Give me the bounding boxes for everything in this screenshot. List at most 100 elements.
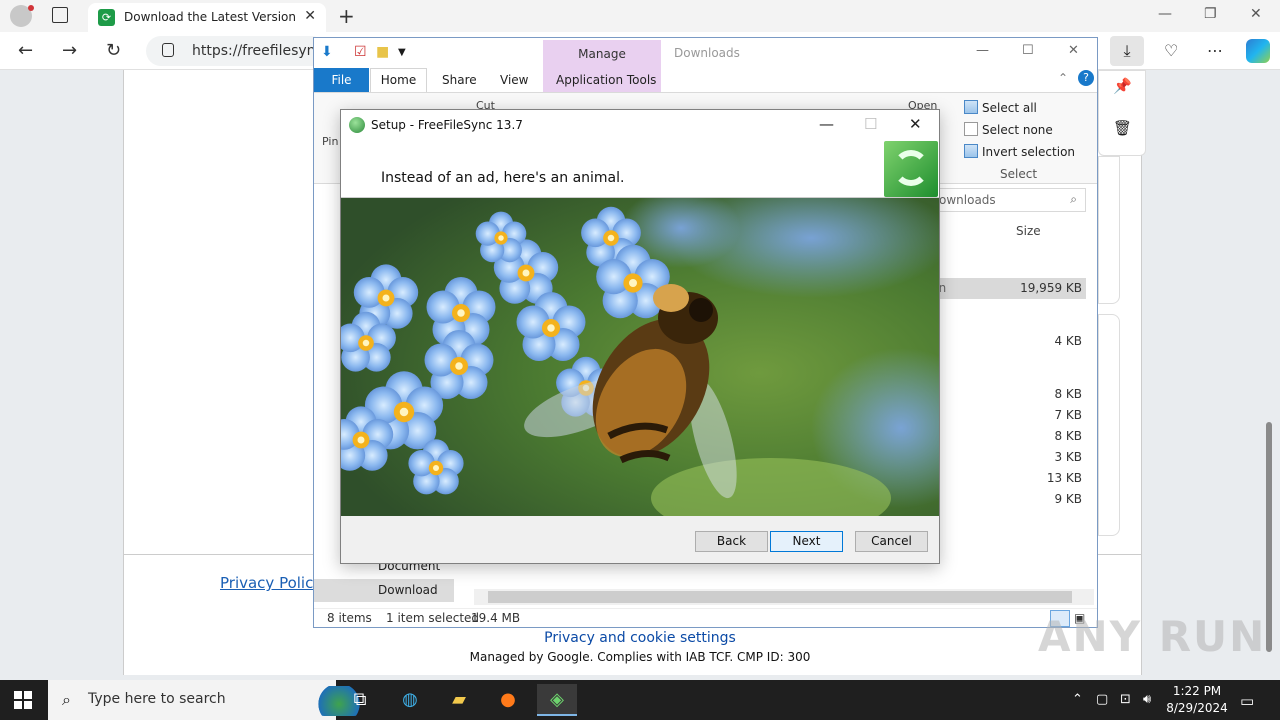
page-scrollbar[interactable]	[1262, 90, 1276, 675]
file-size: 13 KB	[1046, 471, 1082, 485]
column-header-size[interactable]: Size	[1016, 224, 1041, 238]
taskbar-search-input[interactable]: ⌕ Type here to search	[48, 680, 368, 720]
collapse-ribbon-icon[interactable]: ⌃	[1058, 71, 1068, 85]
select-all-label: Select all	[982, 101, 1037, 115]
qat-dropdown-icon[interactable]: ▼	[398, 47, 406, 58]
file-size: 3 KB	[1054, 450, 1082, 464]
file-size: 7 KB	[1054, 408, 1082, 422]
select-all-button[interactable]: Select all	[964, 100, 1037, 115]
windows-taskbar: ⌕ Type here to search ⧉ ◍ ▰ ● ◈ ⌃ ▢ ⊡ 🔊︎…	[0, 680, 1280, 720]
quick-access-download-icon[interactable]: ⬇	[321, 44, 333, 60]
back-arrow-icon[interactable]: ←	[18, 40, 33, 61]
page-card	[1098, 314, 1120, 536]
file-row[interactable]: 7 KB	[924, 405, 1086, 426]
explorer-maximize-icon[interactable]: ☐	[1022, 43, 1034, 58]
search-icon: ⌕	[62, 690, 71, 709]
freefilesync-favicon-icon: ⟳	[98, 9, 115, 26]
volume-icon[interactable]: 🔊︎	[1143, 692, 1151, 707]
hscroll-thumb[interactable]	[488, 591, 1072, 603]
clock-date: 8/29/2024	[1166, 701, 1228, 715]
tab-share[interactable]: Share	[442, 73, 477, 87]
more-options-icon[interactable]: ⋯	[1207, 41, 1223, 60]
setup-title: Setup - FreeFileSync 13.7	[371, 118, 523, 132]
browser-close-icon[interactable]: ✕	[1250, 6, 1262, 22]
network-icon[interactable]: ⊡	[1120, 692, 1131, 707]
explorer-title: Downloads	[674, 46, 740, 60]
file-size: 8 KB	[1054, 429, 1082, 443]
file-row[interactable]: 4 KB	[924, 331, 1086, 352]
anyrun-watermark: ANY RUN	[1038, 612, 1267, 661]
file-row[interactable]: 9 KB	[924, 489, 1086, 510]
scrollbar-thumb[interactable]	[1266, 422, 1272, 652]
delete-icon[interactable]: 🗑	[1113, 119, 1132, 137]
setup-maximize-icon: ☐	[864, 115, 878, 133]
browser-minimize-icon[interactable]: —	[1158, 6, 1172, 22]
show-hidden-icons-icon[interactable]: ⌃	[1072, 692, 1083, 707]
file-row[interactable]: 8 KB	[924, 384, 1086, 405]
task-view-icon[interactable]: ⧉	[340, 684, 380, 716]
help-icon[interactable]: ?	[1078, 70, 1094, 86]
file-explorer-taskbar-icon[interactable]: ▰	[439, 684, 479, 716]
browser-restore-icon[interactable]: ❐	[1204, 6, 1217, 22]
invert-selection-label: Invert selection	[982, 145, 1076, 159]
privacy-policy-link[interactable]: Privacy Policy	[220, 574, 322, 592]
invert-selection-icon	[964, 144, 978, 158]
downloads-button[interactable]: ⤓	[1110, 36, 1144, 66]
nav-item-downloads[interactable]: Download	[314, 579, 454, 602]
pin-icon[interactable]: 📌	[1113, 77, 1132, 95]
file-row[interactable]: ion19,959 KB	[924, 278, 1086, 299]
bee-on-flowers-image	[341, 198, 939, 516]
item-count: 8 items	[327, 611, 372, 625]
copilot-icon[interactable]	[1246, 39, 1270, 63]
selection-size: 19.4 MB	[471, 611, 521, 625]
horizontal-scrollbar[interactable]	[474, 589, 1094, 605]
browser-tab[interactable]: ⟳ Download the Latest Version - Fre ✕	[88, 3, 326, 32]
file-size: 9 KB	[1054, 492, 1082, 506]
refresh-icon[interactable]: ↻	[106, 40, 121, 61]
new-folder-icon[interactable]: ■	[376, 44, 389, 60]
start-button-icon[interactable]	[14, 691, 32, 709]
new-tab-icon[interactable]: +	[338, 4, 355, 28]
forward-arrow-icon[interactable]: →	[62, 40, 77, 61]
firefox-taskbar-icon[interactable]: ●	[488, 684, 528, 716]
setup-header: Instead of an ad, here's an animal.	[341, 140, 939, 198]
setup-titlebar: Setup - FreeFileSync 13.7 — ☐ ✕	[341, 110, 939, 140]
file-row[interactable]: 13 KB	[924, 468, 1086, 489]
select-none-icon	[964, 122, 978, 136]
tab-application-tools[interactable]: Application Tools	[556, 73, 656, 87]
select-group-label: Select	[1000, 167, 1038, 181]
tab-actions-icon[interactable]	[52, 7, 68, 23]
tab-file[interactable]: File	[314, 68, 369, 92]
manage-tab-label[interactable]: Manage	[543, 47, 661, 61]
freefilesync-setup-taskbar-icon[interactable]: ◈	[537, 684, 577, 716]
tab-home[interactable]: Home	[370, 68, 427, 93]
file-row[interactable]: 8 KB	[924, 426, 1086, 447]
address-bar[interactable]: https://freefilesync.c	[146, 36, 335, 66]
edge-taskbar-icon[interactable]: ◍	[390, 684, 430, 716]
ribbon-pin-label[interactable]: Pin	[322, 135, 338, 148]
browser-tab-strip: ⟳ Download the Latest Version - Fre ✕ + …	[0, 0, 1280, 32]
taskbar-clock[interactable]: 1:22 PM 8/29/2024	[1164, 683, 1230, 717]
file-row[interactable]: 3 KB	[924, 447, 1086, 468]
properties-icon[interactable]: ☑	[354, 44, 367, 60]
setup-minimize-icon[interactable]: —	[819, 115, 834, 133]
taskbar-search-placeholder: Type here to search	[88, 691, 226, 707]
lock-icon	[162, 43, 174, 57]
invert-selection-button[interactable]: Invert selection	[964, 144, 1075, 159]
next-button[interactable]: Next	[770, 531, 843, 552]
download-icon: ⤓	[1123, 41, 1131, 60]
file-size: 8 KB	[1054, 387, 1082, 401]
tab-close-icon[interactable]: ✕	[304, 8, 316, 24]
explorer-minimize-icon[interactable]: —	[976, 43, 989, 58]
explorer-search-input[interactable]: ownloads ⌕	[924, 188, 1086, 212]
meet-now-icon[interactable]: ▢	[1096, 692, 1108, 707]
downloads-side-panel: 📌 🗑	[1098, 70, 1146, 156]
explorer-close-icon[interactable]: ✕	[1068, 43, 1079, 58]
notifications-icon[interactable]: ▭	[1240, 692, 1254, 710]
browser-essentials-icon[interactable]: ♡	[1164, 41, 1178, 60]
back-button[interactable]: Back	[695, 531, 768, 552]
cancel-button[interactable]: Cancel	[855, 531, 928, 552]
setup-close-icon[interactable]: ✕	[909, 115, 922, 133]
tab-view[interactable]: View	[500, 73, 528, 87]
select-none-button[interactable]: Select none	[964, 122, 1053, 137]
